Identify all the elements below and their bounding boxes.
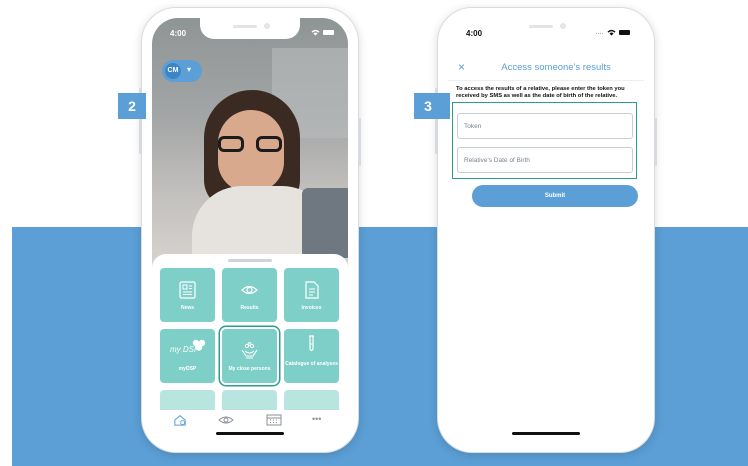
notch xyxy=(496,18,596,39)
tile-label: News xyxy=(180,305,195,311)
tile-invoices[interactable]: Invoices xyxy=(284,268,339,322)
sheet-handle[interactable] xyxy=(228,259,272,262)
tile-mydsp[interactable]: my DSP myDSP xyxy=(160,329,215,383)
dob-placeholder: Relative's Date of Birth xyxy=(464,157,530,164)
tile-results[interactable]: Results xyxy=(222,268,277,322)
flower-icon xyxy=(192,339,206,351)
avatar: CM xyxy=(165,63,181,79)
home-screen: 4:00 CM ▾ News Results Invoices my DSP m… xyxy=(152,18,348,442)
token-placeholder: Token xyxy=(464,123,482,130)
page-title: Access someone's results xyxy=(501,62,611,73)
news-icon xyxy=(179,281,196,299)
eye-icon xyxy=(241,285,258,295)
more-icon[interactable]: ••• xyxy=(312,414,321,424)
tile-label: myDSP xyxy=(178,366,197,372)
tile-label: Catalogue of analyses xyxy=(285,361,338,367)
status-icons xyxy=(311,28,334,37)
close-icon[interactable]: × xyxy=(458,60,465,74)
phone-home: 4:00 CM ▾ News Results Invoices my DSP m… xyxy=(139,8,361,452)
submit-button[interactable]: Submit xyxy=(472,185,638,207)
tile-my-close-persons[interactable]: My close persons xyxy=(222,329,277,383)
status-time: 4:00 xyxy=(170,29,187,38)
profile-switcher[interactable]: CM ▾ xyxy=(162,60,202,82)
menu-sheet: News Results Invoices my DSP myDSP My cl… xyxy=(152,254,348,414)
token-field[interactable]: Token xyxy=(457,113,633,139)
tile-catalogue[interactable]: Catalogue of analyses xyxy=(284,329,339,383)
tile-label: Invoices xyxy=(301,305,322,311)
wifi-icon xyxy=(311,30,320,36)
notch xyxy=(200,18,300,39)
home-indicator xyxy=(216,432,284,435)
eye-icon[interactable] xyxy=(218,414,234,426)
status-icons: ···· xyxy=(596,28,630,37)
battery-icon xyxy=(323,30,334,36)
signal-icon: ···· xyxy=(595,31,604,37)
form-highlight: Token Relative's Date of Birth xyxy=(452,102,637,179)
battery-icon xyxy=(619,30,630,36)
calendar-icon[interactable] xyxy=(266,414,282,426)
tile-label: Results xyxy=(240,305,259,311)
step-badge-tail xyxy=(442,93,450,119)
access-screen: 4:00 ···· × Access someone's results To … xyxy=(448,18,644,442)
home-indicator xyxy=(512,432,580,435)
step-badge-2: 2 xyxy=(118,93,146,119)
tile-news[interactable]: News xyxy=(160,268,215,322)
instructions-text: To access the results of a relative, ple… xyxy=(456,86,625,99)
hands-icon xyxy=(241,342,258,359)
phone-access-results: 4:00 ···· × Access someone's results To … xyxy=(435,8,657,452)
nav-bar: × Access someone's results xyxy=(448,58,644,81)
tab-bar: ••• xyxy=(152,410,348,442)
chevron-down-icon: ▾ xyxy=(187,65,192,74)
step-badge-3: 3 xyxy=(414,93,442,119)
wifi-icon xyxy=(607,30,616,36)
document-icon xyxy=(305,281,319,299)
home-icon[interactable] xyxy=(172,414,188,426)
test-tube-icon xyxy=(309,335,314,352)
dob-field[interactable]: Relative's Date of Birth xyxy=(457,147,633,173)
hero-photo xyxy=(152,18,348,276)
status-time: 4:00 xyxy=(466,29,483,38)
tile-label: My close persons xyxy=(228,366,271,372)
